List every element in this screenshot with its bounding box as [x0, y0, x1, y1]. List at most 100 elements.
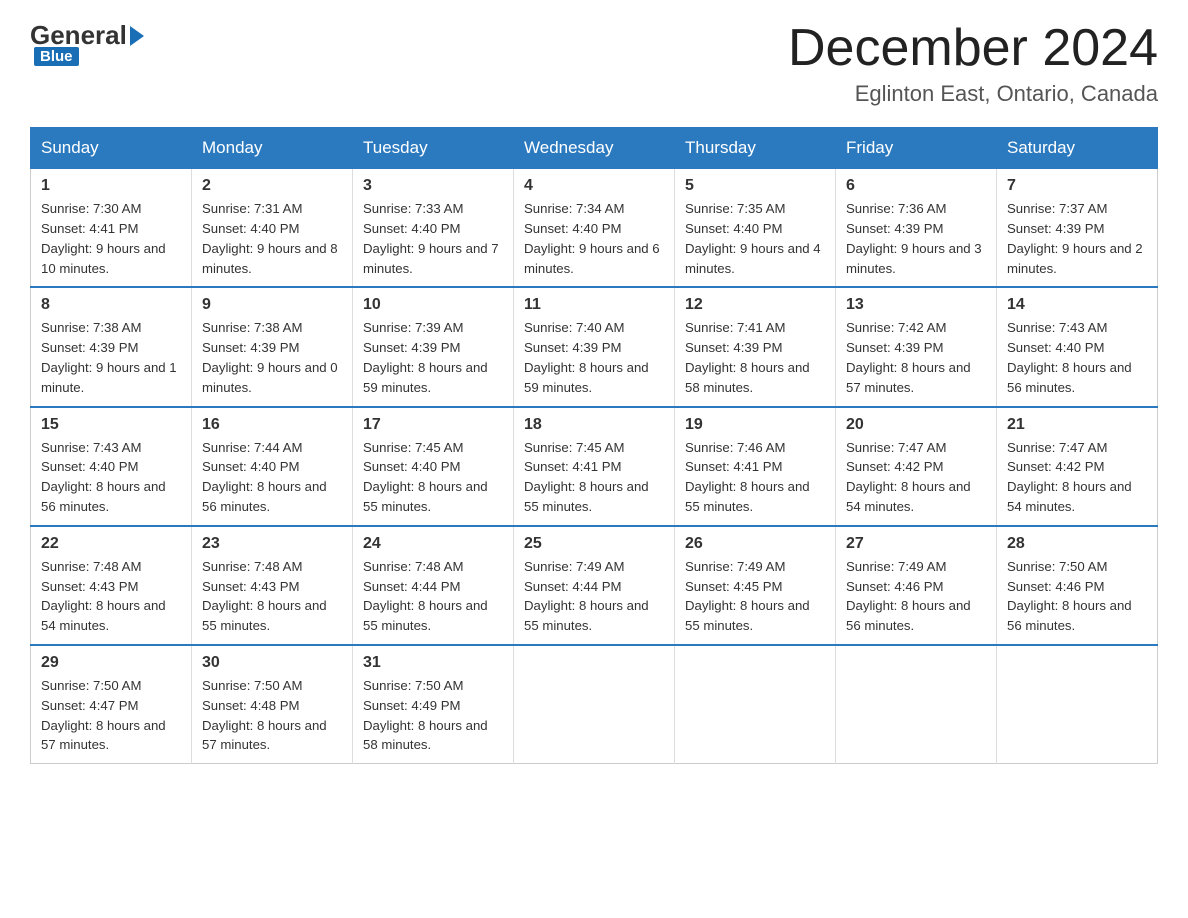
- calendar-cell: 1Sunrise: 7:30 AMSunset: 4:41 PMDaylight…: [31, 169, 192, 288]
- day-number: 23: [202, 535, 342, 553]
- day-number: 24: [363, 535, 503, 553]
- day-number: 12: [685, 296, 825, 314]
- day-number: 3: [363, 177, 503, 195]
- day-info: Sunrise: 7:38 AMSunset: 4:39 PMDaylight:…: [41, 318, 181, 397]
- calendar-subtitle: Eglinton East, Ontario, Canada: [788, 81, 1158, 107]
- day-info: Sunrise: 7:50 AMSunset: 4:47 PMDaylight:…: [41, 676, 181, 755]
- header-row: SundayMondayTuesdayWednesdayThursdayFrid…: [31, 128, 1158, 169]
- page-header: General Blue December 2024 Eglinton East…: [30, 20, 1158, 107]
- day-number: 8: [41, 296, 181, 314]
- day-info: Sunrise: 7:49 AMSunset: 4:44 PMDaylight:…: [524, 557, 664, 636]
- header-wednesday: Wednesday: [514, 128, 675, 169]
- day-number: 13: [846, 296, 986, 314]
- header-friday: Friday: [836, 128, 997, 169]
- calendar-cell: 15 Sunrise: 7:43 AMSunset: 4:40 PMDayligh…: [31, 407, 192, 526]
- header-saturday: Saturday: [997, 128, 1158, 169]
- day-number: 14: [1007, 296, 1147, 314]
- day-number: 9: [202, 296, 342, 314]
- day-number: 4: [524, 177, 664, 195]
- calendar-cell: 5Sunrise: 7:35 AMSunset: 4:40 PMDaylight…: [675, 169, 836, 288]
- day-number: 19: [685, 416, 825, 434]
- day-info: Sunrise: 7:47 AMSunset: 4:42 PMDaylight:…: [846, 438, 986, 517]
- calendar-cell: 3Sunrise: 7:33 AMSunset: 4:40 PMDaylight…: [353, 169, 514, 288]
- day-number: 22: [41, 535, 181, 553]
- week-row-5: 29 Sunrise: 7:50 AMSunset: 4:47 PMDayligh…: [31, 645, 1158, 764]
- day-info: Sunrise: 7:42 AMSunset: 4:39 PMDaylight:…: [846, 318, 986, 397]
- day-number: 26: [685, 535, 825, 553]
- day-number: 6: [846, 177, 986, 195]
- day-info: Sunrise: 7:48 AMSunset: 4:44 PMDaylight:…: [363, 557, 503, 636]
- day-number: 16: [202, 416, 342, 434]
- title-block: December 2024 Eglinton East, Ontario, Ca…: [788, 20, 1158, 107]
- calendar-cell: [997, 645, 1158, 764]
- calendar-cell: 18Sunrise: 7:45 AMSunset: 4:41 PMDayligh…: [514, 407, 675, 526]
- day-info: Sunrise: 7:48 AMSunset: 4:43 PMDaylight:…: [41, 557, 181, 636]
- day-number: 20: [846, 416, 986, 434]
- day-info: Sunrise: 7:48 AMSunset: 4:43 PMDaylight:…: [202, 557, 342, 636]
- day-info: Sunrise: 7:40 AMSunset: 4:39 PMDaylight:…: [524, 318, 664, 397]
- day-number: 15: [41, 416, 181, 434]
- day-info: Sunrise: 7:34 AMSunset: 4:40 PMDaylight:…: [524, 199, 664, 278]
- day-info: Sunrise: 7:43 AMSunset: 4:40 PMDaylight:…: [41, 438, 181, 517]
- day-info: Sunrise: 7:36 AMSunset: 4:39 PMDaylight:…: [846, 199, 986, 278]
- day-info: Sunrise: 7:35 AMSunset: 4:40 PMDaylight:…: [685, 199, 825, 278]
- calendar-cell: 6 Sunrise: 7:36 AMSunset: 4:39 PMDaylight…: [836, 169, 997, 288]
- calendar-cell: 19 Sunrise: 7:46 AMSunset: 4:41 PMDayligh…: [675, 407, 836, 526]
- calendar-cell: 9Sunrise: 7:38 AMSunset: 4:39 PMDaylight…: [192, 287, 353, 406]
- header-monday: Monday: [192, 128, 353, 169]
- calendar-cell: 13 Sunrise: 7:42 AMSunset: 4:39 PMDayligh…: [836, 287, 997, 406]
- day-info: Sunrise: 7:50 AMSunset: 4:48 PMDaylight:…: [202, 676, 342, 755]
- calendar-cell: 28Sunrise: 7:50 AMSunset: 4:46 PMDayligh…: [997, 526, 1158, 645]
- day-info: Sunrise: 7:37 AMSunset: 4:39 PMDaylight:…: [1007, 199, 1147, 278]
- calendar-cell: 21 Sunrise: 7:47 AMSunset: 4:42 PMDayligh…: [997, 407, 1158, 526]
- day-info: Sunrise: 7:49 AMSunset: 4:46 PMDaylight:…: [846, 557, 986, 636]
- day-number: 31: [363, 654, 503, 672]
- calendar-cell: 12 Sunrise: 7:41 AMSunset: 4:39 PMDayligh…: [675, 287, 836, 406]
- calendar-cell: 22 Sunrise: 7:48 AMSunset: 4:43 PMDayligh…: [31, 526, 192, 645]
- logo-blue-text: Blue: [34, 47, 79, 66]
- header-sunday: Sunday: [31, 128, 192, 169]
- calendar-cell: 29 Sunrise: 7:50 AMSunset: 4:47 PMDayligh…: [31, 645, 192, 764]
- calendar-cell: [514, 645, 675, 764]
- week-row-4: 22 Sunrise: 7:48 AMSunset: 4:43 PMDayligh…: [31, 526, 1158, 645]
- day-info: Sunrise: 7:46 AMSunset: 4:41 PMDaylight:…: [685, 438, 825, 517]
- calendar-cell: 26 Sunrise: 7:49 AMSunset: 4:45 PMDayligh…: [675, 526, 836, 645]
- day-info: Sunrise: 7:44 AMSunset: 4:40 PMDaylight:…: [202, 438, 342, 517]
- calendar-cell: 23 Sunrise: 7:48 AMSunset: 4:43 PMDayligh…: [192, 526, 353, 645]
- day-number: 11: [524, 296, 664, 314]
- header-tuesday: Tuesday: [353, 128, 514, 169]
- day-number: 30: [202, 654, 342, 672]
- calendar-cell: 27Sunrise: 7:49 AMSunset: 4:46 PMDayligh…: [836, 526, 997, 645]
- calendar-cell: 7 Sunrise: 7:37 AMSunset: 4:39 PMDaylight…: [997, 169, 1158, 288]
- day-number: 21: [1007, 416, 1147, 434]
- calendar-cell: 14 Sunrise: 7:43 AMSunset: 4:40 PMDayligh…: [997, 287, 1158, 406]
- day-number: 29: [41, 654, 181, 672]
- day-info: Sunrise: 7:31 AMSunset: 4:40 PMDaylight:…: [202, 199, 342, 278]
- calendar-cell: 16 Sunrise: 7:44 AMSunset: 4:40 PMDayligh…: [192, 407, 353, 526]
- day-number: 10: [363, 296, 503, 314]
- calendar-cell: 2Sunrise: 7:31 AMSunset: 4:40 PMDaylight…: [192, 169, 353, 288]
- calendar-cell: 4 Sunrise: 7:34 AMSunset: 4:40 PMDaylight…: [514, 169, 675, 288]
- day-number: 7: [1007, 177, 1147, 195]
- day-number: 18: [524, 416, 664, 434]
- calendar-cell: [836, 645, 997, 764]
- day-info: Sunrise: 7:50 AMSunset: 4:49 PMDaylight:…: [363, 676, 503, 755]
- day-number: 25: [524, 535, 664, 553]
- calendar-cell: 25 Sunrise: 7:49 AMSunset: 4:44 PMDayligh…: [514, 526, 675, 645]
- logo-arrow-icon: [130, 26, 144, 46]
- calendar-cell: 11 Sunrise: 7:40 AMSunset: 4:39 PMDayligh…: [514, 287, 675, 406]
- calendar-cell: 31 Sunrise: 7:50 AMSunset: 4:49 PMDayligh…: [353, 645, 514, 764]
- day-info: Sunrise: 7:45 AMSunset: 4:40 PMDaylight:…: [363, 438, 503, 517]
- calendar-cell: 20 Sunrise: 7:47 AMSunset: 4:42 PMDayligh…: [836, 407, 997, 526]
- day-info: Sunrise: 7:47 AMSunset: 4:42 PMDaylight:…: [1007, 438, 1147, 517]
- calendar-cell: 17Sunrise: 7:45 AMSunset: 4:40 PMDayligh…: [353, 407, 514, 526]
- day-info: Sunrise: 7:43 AMSunset: 4:40 PMDaylight:…: [1007, 318, 1147, 397]
- day-info: Sunrise: 7:49 AMSunset: 4:45 PMDaylight:…: [685, 557, 825, 636]
- day-number: 1: [41, 177, 181, 195]
- calendar-title: December 2024: [788, 20, 1158, 77]
- calendar-table: SundayMondayTuesdayWednesdayThursdayFrid…: [30, 127, 1158, 764]
- day-info: Sunrise: 7:50 AMSunset: 4:46 PMDaylight:…: [1007, 557, 1147, 636]
- day-info: Sunrise: 7:41 AMSunset: 4:39 PMDaylight:…: [685, 318, 825, 397]
- week-row-1: 1Sunrise: 7:30 AMSunset: 4:41 PMDaylight…: [31, 169, 1158, 288]
- calendar-cell: 24 Sunrise: 7:48 AMSunset: 4:44 PMDayligh…: [353, 526, 514, 645]
